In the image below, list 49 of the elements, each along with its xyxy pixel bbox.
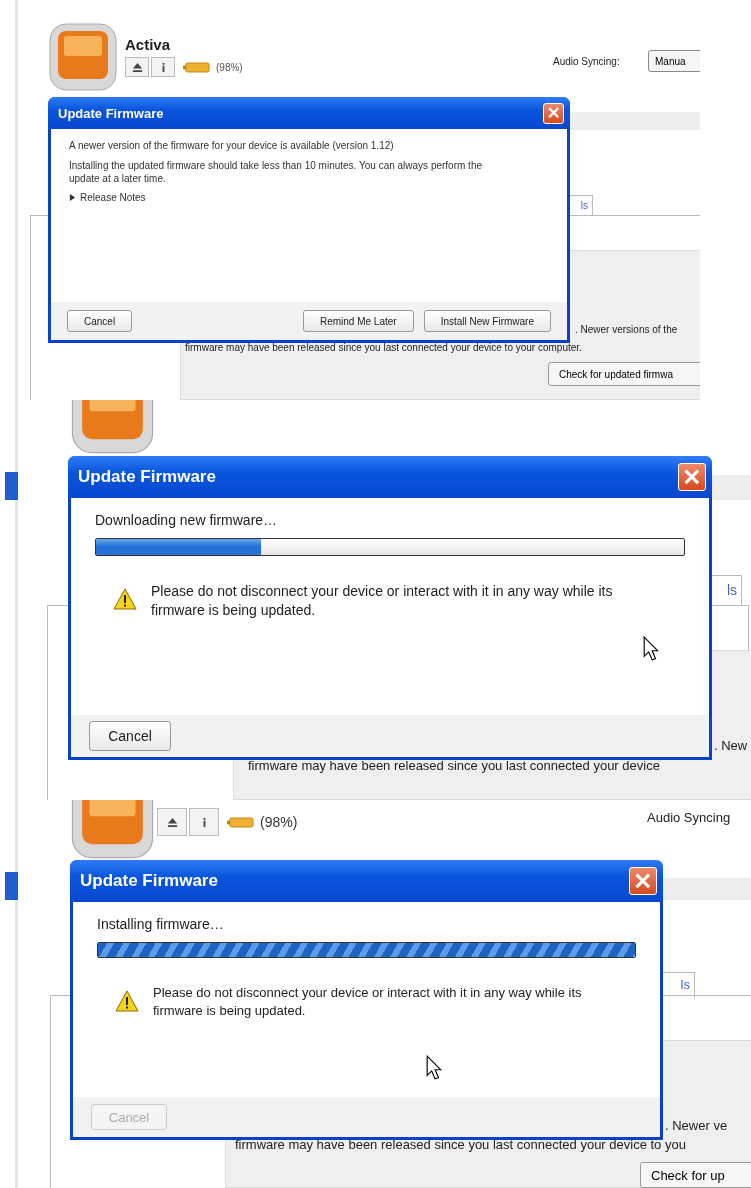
sidebar-selection-marker <box>5 472 18 500</box>
mouse-pointer-icon <box>643 636 659 661</box>
dialog-title: Update Firmware <box>58 105 165 121</box>
eject-button[interactable] <box>125 57 149 77</box>
firmware-notice-text: . New <box>714 738 748 753</box>
release-notes-expander[interactable]: Release Notes <box>69 192 146 203</box>
progress-status: Downloading new firmware… <box>95 512 279 528</box>
dialog-message: Installing the updated firmware should take less than 10 minutes. You can always perform the update at a later time. <box>69 159 484 185</box>
audio-syncing-dropdown[interactable]: Manua <box>648 50 700 72</box>
progress-status: Installing firmware… <box>97 916 225 932</box>
warning-message: Please do not disconnect your device or interact with it in any way while its firmware is being updated. <box>151 582 614 620</box>
eject-button[interactable] <box>157 808 187 836</box>
dialog-button[interactable]: Cancel <box>67 310 133 332</box>
firmware-notice-text: . Newer versions of the <box>575 324 678 335</box>
audio-syncing-label: Audio Syncing: <box>553 56 620 67</box>
battery-icon <box>183 61 210 73</box>
sidebar-selection-marker <box>5 872 18 900</box>
dialog-title: Update Firmware <box>80 871 219 891</box>
close-button[interactable] <box>678 463 706 491</box>
warning-message: Please do not disconnect your device or interact with it in any way while its firmware is being updated. <box>153 984 583 1020</box>
check-updates-button[interactable]: Check for up <box>640 1162 751 1188</box>
firmware-notice-text: firmware may have been released since you last connected your device to your computer. <box>185 342 582 353</box>
close-icon <box>635 873 651 889</box>
dialog-button[interactable]: Install New Firmware <box>423 310 551 332</box>
battery-icon <box>227 816 254 828</box>
triangle-icon <box>69 194 76 201</box>
dialog-button[interactable]: Remind Me Later <box>302 310 414 332</box>
warning-icon <box>113 588 137 610</box>
dialog-button[interactable]: Cancel <box>89 721 171 751</box>
check-updates-button[interactable]: Check for updated firmwa <box>548 362 700 386</box>
close-icon <box>547 107 560 119</box>
firmware-notice-text: firmware may have been released since you last connected your device to you <box>235 1137 686 1152</box>
audio-syncing-label: Audio Syncing <box>647 810 731 825</box>
battery-percentage: (98%) <box>216 61 243 73</box>
dialog-title: Update Firmware <box>78 467 217 487</box>
close-button[interactable] <box>629 867 657 895</box>
dialog-message: A newer version of the firmware for your device is available (version 1.12) <box>69 139 395 152</box>
device-name: Activa <box>125 36 171 53</box>
music-player-icon <box>48 22 118 92</box>
eject-icon <box>131 61 143 73</box>
firmware-notice-text: . Newer ve <box>665 1118 728 1133</box>
firmware-notice-text: firmware may have been released since you last connected your device <box>248 758 660 773</box>
close-icon <box>684 469 700 485</box>
close-button[interactable] <box>543 102 564 124</box>
battery-percentage: (98%) <box>260 814 298 830</box>
eject-icon <box>166 816 178 828</box>
mouse-pointer-icon <box>426 1055 442 1080</box>
music-player-icon <box>70 800 155 860</box>
warning-icon <box>115 990 139 1012</box>
